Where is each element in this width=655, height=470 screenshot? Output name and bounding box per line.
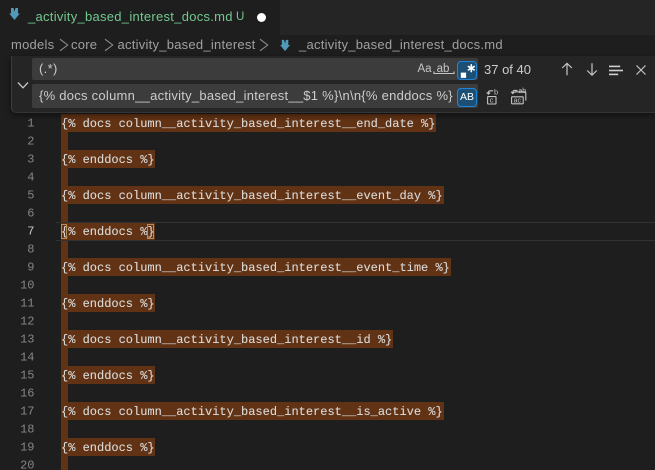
svg-text:ab: ab — [518, 88, 526, 95]
svg-text:b: b — [494, 88, 498, 97]
svg-text:c: c — [490, 96, 494, 105]
svg-text:ac: ac — [514, 98, 522, 105]
